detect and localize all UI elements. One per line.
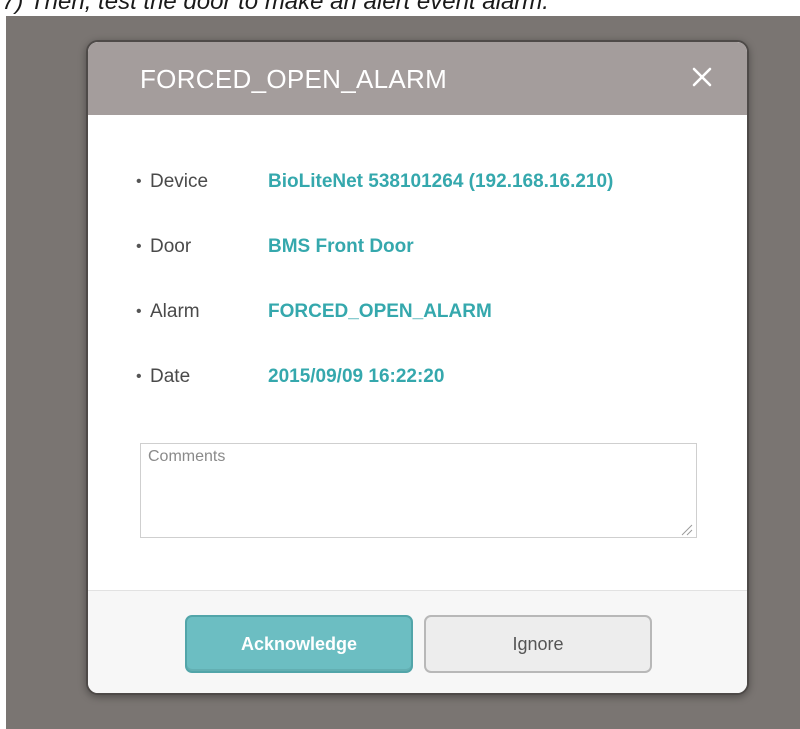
- info-label: Date: [150, 366, 191, 387]
- info-row-device: • Device BioLiteNet 538101264 (192.168.1…: [136, 167, 613, 197]
- alarm-value: FORCED_OPEN_ALARM: [268, 301, 492, 322]
- ignore-button[interactable]: Ignore: [424, 615, 652, 673]
- bullet: •: [136, 173, 142, 190]
- info-label: Alarm: [150, 301, 200, 322]
- close-icon: [692, 67, 712, 87]
- dialog-footer: Acknowledge Ignore: [88, 590, 747, 693]
- info-row-date: • Date 2015/09/09 16:22:20: [136, 362, 444, 392]
- dialog-title: FORCED_OPEN_ALARM: [140, 64, 448, 94]
- alarm-dialog: FORCED_OPEN_ALARM • Device BioLiteNet 53…: [86, 40, 749, 695]
- bullet: •: [136, 238, 142, 255]
- info-label: Door: [150, 236, 192, 257]
- dialog-header: FORCED_OPEN_ALARM: [88, 42, 747, 115]
- date-value: 2015/09/09 16:22:20: [268, 366, 445, 387]
- close-button[interactable]: [687, 62, 717, 92]
- info-row-door: • Door BMS Front Door: [136, 232, 414, 262]
- info-row-alarm: • Alarm FORCED_OPEN_ALARM: [136, 297, 492, 327]
- acknowledge-button[interactable]: Acknowledge: [185, 615, 413, 673]
- door-value: BMS Front Door: [268, 236, 414, 257]
- comments-input[interactable]: [140, 443, 697, 538]
- instruction-caption: 7) Then, test the door to make an alert …: [2, 0, 549, 15]
- resize-handle-icon[interactable]: [678, 522, 694, 536]
- bullet: •: [136, 368, 142, 385]
- bullet: •: [136, 303, 142, 320]
- device-value: BioLiteNet 538101264 (192.168.16.210): [268, 171, 614, 192]
- info-label: Device: [150, 171, 209, 192]
